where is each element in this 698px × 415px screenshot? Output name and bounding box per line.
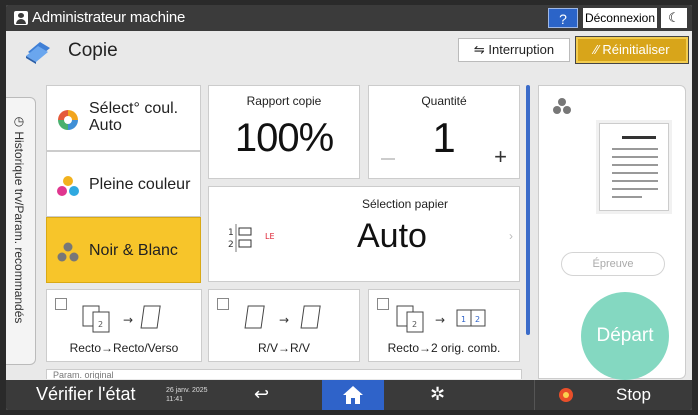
user-icon [14, 11, 28, 25]
date: 26 janv. 2025 [166, 387, 208, 394]
preview-lines [612, 136, 658, 198]
back-arrow-icon[interactable]: ↩ [254, 384, 269, 405]
history-side-tab[interactable]: ◷ Historique trv/Param. recommandés [6, 97, 36, 365]
app-header: Copie ⇋ Interruption ⁄⁄ Réinitialiser [6, 31, 692, 71]
paper-title: Sélection papier [361, 197, 449, 211]
svg-text:→: → [435, 313, 445, 327]
full-color-button[interactable]: Pleine couleur [46, 151, 201, 217]
duplex-1-icon: 2 → [82, 305, 161, 333]
start-button[interactable]: Départ [581, 292, 669, 380]
quantity-minus-button[interactable] [381, 158, 395, 160]
reset-button[interactable]: ⁄⁄ Réinitialiser [575, 36, 689, 64]
help-button[interactable]: ? [548, 8, 578, 28]
svg-text:LE: LE [265, 232, 275, 241]
duplex-option-2[interactable]: → R/V→R/V [208, 289, 360, 362]
scrollbar[interactable] [526, 85, 530, 335]
page-title: Copie [68, 40, 118, 61]
duplex-1-label: Recto→Recto/Verso [69, 341, 179, 355]
time: 11:41 [166, 396, 183, 403]
chevron-right-icon: › [509, 229, 513, 243]
ratio-title: Rapport copie [246, 94, 322, 108]
black-white-status-icon [553, 98, 571, 114]
duplex-3-icon: 2 → 1 2 [396, 305, 486, 333]
black-white-button[interactable]: Noir & Blanc [46, 217, 201, 283]
duplex-option-3[interactable]: 2 → 1 2 Recto→2 orig. comb. [368, 289, 520, 362]
black-white-icon [57, 242, 79, 262]
svg-text:1: 1 [228, 228, 234, 238]
logout-button[interactable]: Déconnexion [583, 8, 657, 28]
history-tab-text: Historique trv/Param. recommandés [12, 131, 26, 324]
gear-icon[interactable]: ✲ [430, 384, 445, 405]
paper-value: Auto [357, 217, 427, 255]
svg-text:2: 2 [412, 320, 417, 329]
svg-text:2: 2 [228, 240, 234, 250]
svg-text:→: → [279, 313, 289, 327]
ratio-value: 100% [234, 116, 334, 160]
svg-text:2: 2 [475, 315, 480, 324]
history-tab-label: ◷ Historique trv/Param. recommandés [12, 114, 26, 324]
color-mode-group: Sélect° coul. Auto Pleine couleur Noir &… [46, 85, 201, 283]
preview-panel: Épreuve Départ [538, 85, 686, 380]
quantity-panel[interactable]: Quantité 1 + [368, 85, 520, 179]
stop-button[interactable]: Stop [616, 385, 651, 405]
top-bar: Administrateur machine ? Déconnexion ☾ [6, 5, 692, 31]
duplex-2-icon: → [244, 305, 321, 329]
auto-color-icon [58, 110, 78, 130]
svg-text:1: 1 [461, 315, 466, 324]
quantity-plus-button[interactable]: + [494, 144, 507, 170]
reset-label: Réinitialiser [602, 42, 670, 57]
duplex-2-label: R/V→R/V [257, 341, 310, 355]
divider [534, 380, 535, 410]
proof-button[interactable]: Épreuve [561, 252, 665, 276]
interrupt-button[interactable]: ⇋ Interruption [458, 38, 570, 62]
interrupt-label: Interruption [488, 42, 555, 57]
duplex-3-label: Recto→2 orig. comb. [387, 341, 501, 355]
interrupt-icon: ⇋ [473, 42, 489, 57]
paper-select-panel[interactable]: Sélection papier 1 2 LE Auto › [208, 186, 520, 282]
screen: Administrateur machine ? Déconnexion ☾ C… [6, 5, 692, 410]
full-color-icon [57, 176, 79, 196]
quantity-title: Quantité [421, 94, 467, 108]
stop-icon[interactable] [559, 388, 573, 402]
ratio-panel[interactable]: Rapport copie 100% [208, 85, 360, 179]
home-icon [343, 386, 363, 404]
copy-app-icon [26, 42, 50, 64]
color-auto-button[interactable]: Sélect° coul. Auto [46, 85, 201, 151]
admin-label: Administrateur machine [32, 9, 186, 26]
svg-text:2: 2 [98, 320, 103, 329]
bottom-bar: Vérifier l'état 26 janv. 2025 11:41 ↩ ✲ … [6, 380, 692, 410]
datetime: 26 janv. 2025 11:41 [166, 386, 208, 404]
black-white-label: Noir & Blanc [89, 242, 178, 259]
duplex-option-1[interactable]: 2 → Recto→Recto/Verso [46, 289, 202, 362]
preview-document [599, 123, 669, 211]
svg-text:→: → [123, 313, 133, 327]
moon-icon[interactable]: ☾ [661, 8, 687, 28]
check-status-button[interactable]: Vérifier l'état [36, 384, 135, 405]
home-button[interactable] [322, 380, 384, 410]
more-settings-strip[interactable]: Param. original [46, 369, 522, 379]
color-auto-label: Sélect° coul. Auto [89, 100, 179, 134]
paper-tray-icon: 1 2 LE [228, 224, 275, 252]
full-color-label: Pleine couleur [89, 176, 191, 193]
